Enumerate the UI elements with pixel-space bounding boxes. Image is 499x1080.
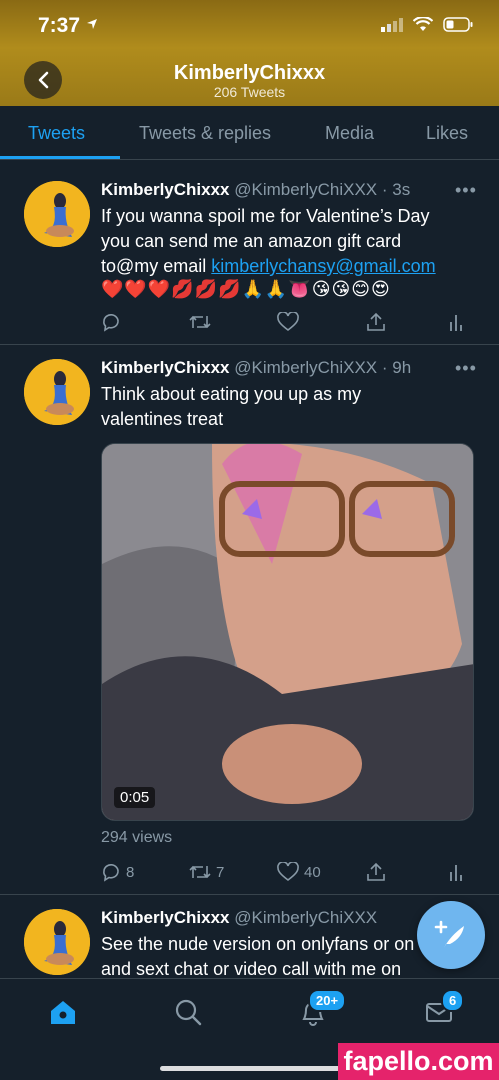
tweet-text-line: you can send me an amazon gift card — [101, 231, 402, 251]
tweet-text-line: Think about eating you up as my — [101, 384, 362, 404]
author-name[interactable]: KimberlyChixxx — [101, 180, 230, 199]
video-duration: 0:05 — [114, 787, 156, 808]
messages-badge: 6 — [441, 989, 465, 1012]
emoji-line: ❤️❤️❤️💋💋💋🙏🙏👅😘😘😊😍 — [101, 279, 391, 299]
location-arrow-icon — [87, 19, 97, 29]
wifi-icon — [413, 17, 433, 31]
share-icon — [367, 312, 385, 331]
avatar[interactable] — [24, 909, 90, 975]
more-options-icon[interactable]: ••• — [455, 180, 477, 201]
share-button[interactable] — [366, 862, 386, 882]
like-count: 40 — [304, 863, 321, 881]
tweet-header: KimberlyChixxx @KimberlyChiXXX · 3s — [101, 180, 410, 200]
tweet-text-line: and sext chat or video call with me on — [101, 959, 402, 978]
signal-icon — [381, 17, 403, 32]
status-time: 7:37 — [38, 14, 81, 37]
profile-tabs: Tweets Tweets & replies Media Likes — [0, 106, 499, 160]
tab-media[interactable]: Media — [325, 123, 374, 144]
home-indicator — [160, 1066, 340, 1071]
search-icon — [175, 999, 202, 1026]
retweet-icon — [189, 865, 211, 879]
tweet-text: If you wanna spoil me for Valentine’s Da… — [101, 204, 481, 279]
tweet-actions — [101, 312, 471, 336]
author-handle: @KimberlyChiXXX — [234, 908, 378, 927]
heart-icon — [277, 862, 299, 882]
heart-icon — [277, 312, 299, 332]
profile-name: KimberlyChixxx — [173, 62, 326, 84]
reply-count: 8 — [126, 863, 135, 881]
author-handle: @KimberlyChiXXX — [234, 358, 378, 377]
tweet-text: Think about eating you up as my valentin… — [101, 382, 481, 432]
reply-icon — [103, 863, 119, 882]
email-link[interactable]: kimberlychansy@gmail.com — [211, 256, 435, 276]
retweet-count: 7 — [216, 863, 225, 881]
compose-tweet-button[interactable] — [417, 901, 485, 969]
tweet[interactable]: KimberlyChixxx @KimberlyChiXXX · 3s ••• … — [0, 160, 499, 345]
tweet-actions: 8 7 40 — [101, 862, 471, 886]
tweet-count: 206 Tweets — [213, 84, 286, 100]
share-button[interactable] — [366, 312, 386, 332]
retweet-button[interactable] — [189, 312, 211, 332]
tweet-time: · 3s — [381, 180, 411, 199]
author-name[interactable]: KimberlyChixxx — [101, 908, 230, 927]
analytics-icon — [450, 865, 462, 881]
more-options-icon[interactable]: ••• — [455, 358, 477, 379]
video-player[interactable]: 0:05 — [101, 443, 474, 821]
tweet-text-line: If you wanna spoil me for Valentine’s Da… — [101, 206, 430, 226]
share-icon — [367, 862, 385, 881]
analytics-button[interactable] — [449, 862, 463, 882]
avatar[interactable] — [24, 359, 90, 425]
like-button[interactable]: 40 — [277, 862, 321, 882]
nav-search[interactable] — [173, 997, 203, 1027]
tweet-header: KimberlyChixxx @KimberlyChiXXX — [101, 908, 377, 928]
analytics-icon — [450, 315, 462, 331]
tab-tweets[interactable]: Tweets — [28, 123, 85, 144]
watermark: fapello.com — [338, 1043, 499, 1080]
author-handle: @KimberlyChiXXX — [234, 180, 378, 199]
author-name[interactable]: KimberlyChixxx — [101, 358, 230, 377]
avatar[interactable] — [24, 181, 90, 247]
video-thumbnail — [102, 444, 473, 820]
tweet-text-line: to@my email — [101, 256, 212, 276]
reply-button[interactable]: 8 — [101, 862, 134, 882]
view-count: 294 views — [101, 829, 173, 846]
reply-icon — [103, 313, 119, 332]
battery-icon — [443, 17, 473, 32]
tab-tweets-replies[interactable]: Tweets & replies — [139, 123, 271, 144]
home-icon — [51, 1001, 75, 1024]
profile-header: 7:37 KimberlyChixxx 206 Tweets — [0, 0, 499, 106]
reply-button[interactable] — [101, 312, 121, 332]
tweet-time: · 9h — [381, 358, 412, 377]
nav-home[interactable] — [48, 997, 78, 1027]
retweet-icon — [189, 315, 211, 329]
tab-likes[interactable]: Likes — [426, 123, 468, 144]
notifications-badge: 20+ — [308, 989, 347, 1012]
compose-feather-icon — [434, 920, 464, 948]
retweet-button[interactable]: 7 — [189, 862, 224, 882]
active-tab-indicator — [0, 156, 120, 159]
analytics-button[interactable] — [449, 312, 463, 332]
like-button[interactable] — [277, 312, 299, 332]
status-icons — [381, 17, 473, 32]
tweet-text-line: valentines treat — [101, 409, 224, 429]
tweet-header: KimberlyChixxx @KimberlyChiXXX · 9h — [101, 358, 411, 378]
